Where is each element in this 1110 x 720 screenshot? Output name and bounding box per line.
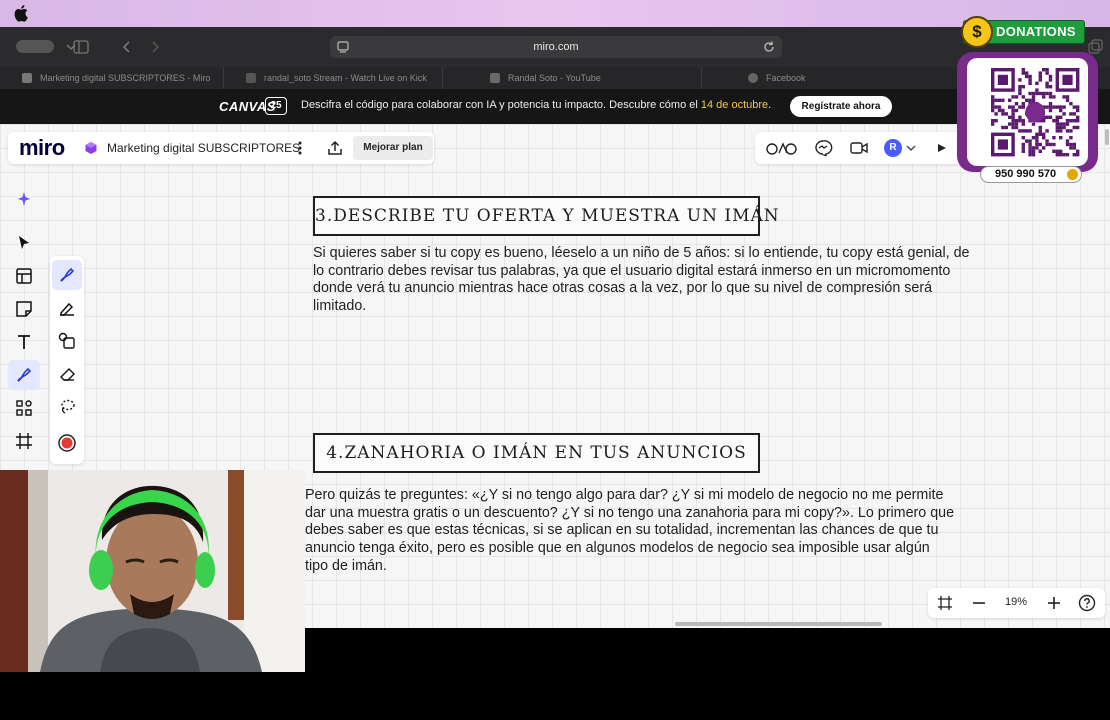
pen-tool-button[interactable] xyxy=(8,360,40,390)
dollar-coin-icon: $ xyxy=(961,16,993,48)
yape-qr-card xyxy=(957,52,1098,172)
tab-youtube[interactable]: Randal Soto - YouTube xyxy=(482,67,702,89)
frame-tool-button[interactable] xyxy=(8,426,40,456)
zoom-in-icon[interactable] xyxy=(1045,594,1063,612)
miro-logo[interactable]: miro xyxy=(19,135,65,161)
banner-period: . xyxy=(768,99,772,111)
board-header-panel: miro Marketing digital SUBSCRIPTORES Mej… xyxy=(8,132,434,164)
more-options-icon[interactable] xyxy=(294,139,306,157)
board-name[interactable]: Marketing digital SUBSCRIPTORES xyxy=(107,141,300,155)
forward-arrow-icon[interactable] xyxy=(146,38,164,56)
address-bar[interactable]: miro.com xyxy=(330,36,782,58)
url-text: miro.com xyxy=(533,41,579,53)
paragraph-section-3[interactable]: Si quieres saber si tu copy es bueno, lé… xyxy=(313,245,973,316)
zoom-level[interactable]: 19% xyxy=(1005,596,1027,608)
reload-icon[interactable] xyxy=(762,40,776,54)
pen-icon xyxy=(17,367,32,382)
donations-overlay: DONATIONS $ 950 990 570 xyxy=(955,14,1100,186)
zoom-panel: 19% xyxy=(928,588,1105,618)
tab-label: Randal Soto - YouTube xyxy=(508,73,601,83)
yape-coin-icon xyxy=(1067,169,1078,180)
record-color-icon xyxy=(58,434,76,452)
kick-tab-icon xyxy=(246,73,256,83)
window-controls[interactable] xyxy=(16,40,54,53)
screen: miro.com Marketing digital SUBSCRIPTORES… xyxy=(0,0,1110,720)
vertical-scrollbar[interactable] xyxy=(1105,129,1109,145)
fit-to-screen-icon[interactable] xyxy=(936,594,954,612)
frame-icon xyxy=(16,433,32,449)
pen-icon xyxy=(60,267,75,282)
chat-icon[interactable] xyxy=(813,139,833,157)
paragraph-section-4[interactable]: Pero quizás te preguntes: «¿Y si no teng… xyxy=(305,487,955,576)
heading-section-3[interactable]: 3.Describe tu oferta y muestra un imán xyxy=(313,196,779,236)
banner-date: 14 de octubre xyxy=(700,99,769,111)
webcam-overlay xyxy=(0,470,305,672)
templates-icon xyxy=(16,268,32,284)
board-cube-icon xyxy=(85,142,97,154)
shapes-button[interactable] xyxy=(8,393,40,423)
select-tool-button[interactable] xyxy=(8,228,40,258)
templates-button[interactable] xyxy=(8,261,40,291)
promo-banner: CANVAS 25 Descifra el código para colabo… xyxy=(0,89,1110,124)
tab-facebook[interactable]: Facebook xyxy=(740,67,890,89)
youtube-tab-icon xyxy=(490,73,500,83)
zoom-out-icon[interactable] xyxy=(970,594,988,612)
eraser-button[interactable] xyxy=(52,359,82,389)
highlighter-button[interactable] xyxy=(52,293,82,323)
lasso-button[interactable] xyxy=(52,392,82,422)
tab-strip: Marketing digital SUBSCRIPTORES - Miro r… xyxy=(0,67,1110,89)
pen-option-button[interactable] xyxy=(52,260,82,290)
collaboration-panel: R xyxy=(755,132,975,164)
browser-toolbar: miro.com xyxy=(0,27,1110,67)
macos-menu-bar xyxy=(0,0,1110,27)
tab-kick[interactable]: randal_soto Stream - Watch Live on Kick xyxy=(238,67,443,89)
pen-options-panel xyxy=(50,256,84,464)
ai-assist-button[interactable] xyxy=(8,184,40,214)
facebook-tab-icon xyxy=(748,73,758,83)
help-icon[interactable] xyxy=(1078,594,1096,612)
tab-label: Marketing digital SUBSCRIPTORES - Miro xyxy=(40,73,211,83)
page-settings-icon[interactable] xyxy=(336,40,350,54)
tab-label: randal_soto Stream - Watch Live on Kick xyxy=(264,73,427,83)
banner-message: Descifra el código para colaborar con IA… xyxy=(301,99,771,111)
upgrade-plan-button[interactable]: Mejorar plan xyxy=(353,136,433,160)
smart-draw-icon xyxy=(58,332,75,349)
qr-code-icon xyxy=(991,68,1080,157)
canvas-badge: 25 xyxy=(265,97,287,115)
back-arrow-icon[interactable] xyxy=(118,38,136,56)
horizontal-scrollbar[interactable] xyxy=(675,622,882,626)
export-icon[interactable] xyxy=(326,139,344,157)
present-play-icon[interactable] xyxy=(935,139,949,157)
miro-tab-icon xyxy=(22,73,32,83)
phone-number-pill: 950 990 570 xyxy=(980,166,1082,183)
reactions-icon[interactable] xyxy=(765,139,799,157)
color-picker-button[interactable] xyxy=(52,428,82,458)
register-button[interactable]: Regístrate ahora xyxy=(790,96,892,117)
apple-logo-icon[interactable] xyxy=(14,4,28,22)
banner-text: Descifra el código para colaborar con IA… xyxy=(301,99,698,111)
user-avatar[interactable]: R xyxy=(884,139,902,157)
eraser-icon xyxy=(60,368,75,381)
sticky-note-icon xyxy=(16,301,32,317)
lasso-icon xyxy=(61,399,75,414)
sidebar-toggle-icon[interactable] xyxy=(72,38,90,56)
tab-miro[interactable]: Marketing digital SUBSCRIPTORES - Miro xyxy=(14,67,224,89)
sticky-note-button[interactable] xyxy=(8,294,40,324)
video-call-icon[interactable] xyxy=(849,139,869,157)
qr-code xyxy=(967,58,1088,166)
chevron-down-icon[interactable] xyxy=(905,139,917,157)
tab-label: Facebook xyxy=(766,73,806,83)
shapes-grid-icon xyxy=(16,400,32,416)
smart-draw-button[interactable] xyxy=(52,326,82,356)
highlighter-icon xyxy=(60,302,74,316)
heading-section-4[interactable]: 4.Zanahoria o imán en tus anuncios xyxy=(313,433,760,473)
cursor-arrow-icon xyxy=(19,236,29,249)
phone-number: 950 990 570 xyxy=(995,168,1057,180)
main-toolbar xyxy=(8,184,40,468)
sparkle-icon xyxy=(18,192,30,206)
webcam-person-image xyxy=(0,470,305,672)
text-tool-button[interactable] xyxy=(8,327,40,357)
text-icon xyxy=(18,335,30,349)
